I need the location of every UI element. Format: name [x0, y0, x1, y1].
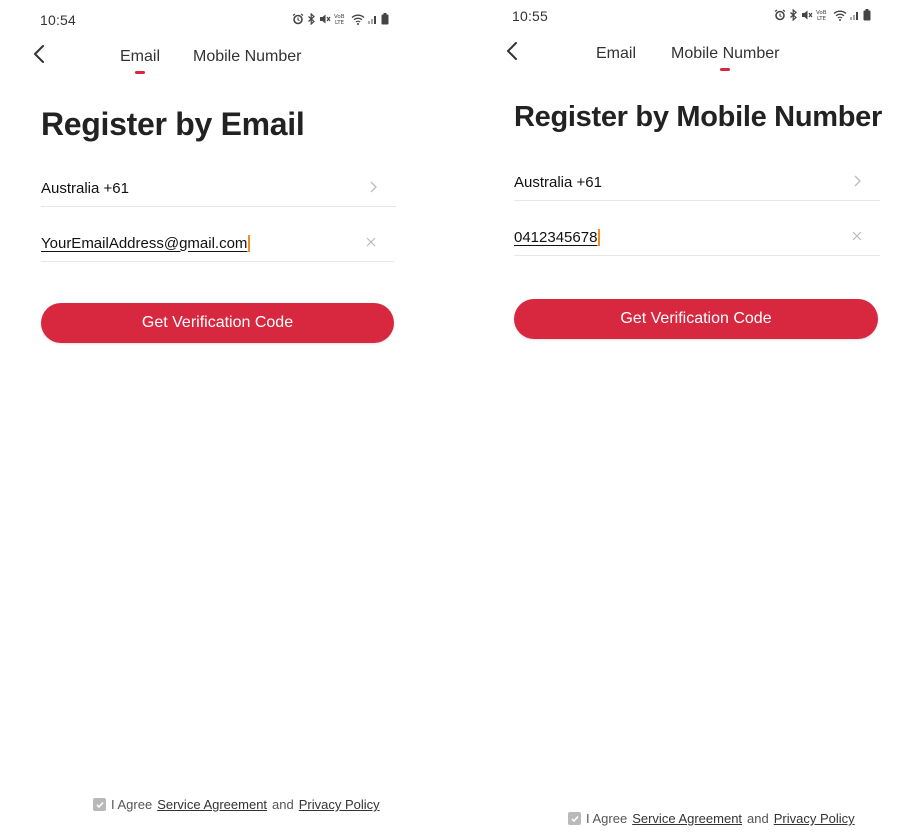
country-selector[interactable]: Australia +61 [41, 170, 396, 207]
terms-agreement: I Agree Service Agreement and Privacy Po… [93, 797, 380, 812]
page-title: Register by Email [41, 106, 305, 142]
back-button[interactable] [500, 39, 524, 63]
volte-icon: VoBLTE [816, 10, 827, 21]
tab-email[interactable]: Email [120, 48, 160, 74]
bluetooth-icon [308, 13, 315, 25]
country-value: Australia +61 [41, 179, 129, 197]
chevron-right-icon [854, 175, 861, 187]
status-icons: VoB LTE [774, 9, 871, 21]
status-bar: 10:54 VoB LTE [0, 10, 458, 34]
mobile-input-value[interactable]: 0412345678 [514, 229, 597, 246]
agree-conjunction: and [272, 797, 294, 812]
mute-icon [802, 10, 813, 20]
text-cursor [598, 228, 600, 246]
agree-checkbox[interactable] [93, 798, 106, 811]
volte-icon: VoBLTE [334, 14, 345, 25]
bluetooth-icon [790, 9, 797, 21]
clear-icon[interactable] [850, 229, 864, 243]
email-input-value[interactable]: YourEmailAddress@gmail.com [41, 235, 247, 252]
tab-navigation: Email Mobile Number [458, 37, 916, 71]
status-icons: VoB LTE [292, 13, 389, 25]
text-cursor [248, 234, 250, 252]
battery-icon [863, 9, 871, 21]
status-time: 10:55 [512, 8, 549, 24]
country-selector[interactable]: Australia +61 [514, 164, 880, 201]
page-title: Register by Mobile Number [514, 101, 882, 133]
mobile-number-field[interactable]: 0412345678 [514, 219, 880, 256]
status-time: 10:54 [40, 12, 77, 28]
agree-checkbox[interactable] [568, 812, 581, 825]
back-button[interactable] [27, 42, 51, 66]
status-bar: 10:55 VoB LTE [458, 6, 916, 30]
service-agreement-link[interactable]: Service Agreement [157, 797, 267, 812]
get-verification-code-button[interactable]: Get Verification Code [514, 299, 878, 339]
agree-conjunction: and [747, 811, 769, 826]
terms-agreement: I Agree Service Agreement and Privacy Po… [568, 811, 855, 826]
agree-prefix: I Agree [586, 811, 628, 826]
check-icon [570, 815, 579, 822]
signal-icon [368, 16, 376, 24]
register-mobile-screen: 10:55 VoB LTE Email Mobile Number Registe… [458, 0, 916, 832]
tab-navigation: Email Mobile Number [0, 40, 458, 74]
agree-prefix: I Agree [111, 797, 153, 812]
alarm-icon [292, 13, 304, 25]
chevron-left-icon [507, 42, 517, 60]
wifi-icon [351, 14, 365, 25]
signal-icon [850, 12, 858, 20]
clear-icon[interactable] [364, 235, 378, 249]
chevron-right-icon [370, 181, 377, 193]
register-email-screen: 10:54 VoB LTE Email Mobile Number Registe… [0, 0, 458, 832]
chevron-left-icon [34, 45, 44, 63]
service-agreement-link[interactable]: Service Agreement [632, 811, 742, 826]
country-value: Australia +61 [514, 173, 602, 191]
svg-text:LTE: LTE [335, 20, 345, 25]
tab-mobile-number[interactable]: Mobile Number [671, 45, 779, 71]
tab-email[interactable]: Email [596, 45, 636, 63]
active-tab-indicator [720, 68, 731, 71]
get-verification-code-button[interactable]: Get Verification Code [41, 303, 394, 343]
check-icon [95, 801, 104, 808]
privacy-policy-link[interactable]: Privacy Policy [299, 797, 380, 812]
alarm-icon [774, 9, 786, 21]
tab-mobile-number[interactable]: Mobile Number [193, 48, 301, 66]
wifi-icon [833, 10, 847, 21]
active-tab-indicator [135, 71, 145, 74]
svg-text:LTE: LTE [817, 16, 827, 21]
email-field[interactable]: YourEmailAddress@gmail.com [41, 225, 394, 262]
privacy-policy-link[interactable]: Privacy Policy [774, 811, 855, 826]
battery-icon [381, 13, 389, 25]
mute-icon [320, 14, 331, 24]
